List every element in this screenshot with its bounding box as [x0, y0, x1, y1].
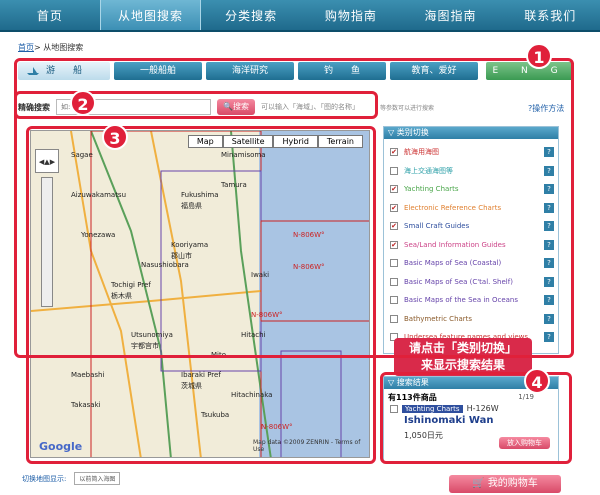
annotation-frame-2	[14, 91, 378, 119]
nav-chart-guide[interactable]: 海图指南	[401, 0, 501, 30]
annotation-number: 2	[70, 90, 96, 116]
nav-home[interactable]: 首页	[0, 0, 100, 30]
annotation-frame-3	[26, 126, 376, 464]
switch-checkbox[interactable]: 以前简入海图	[74, 472, 121, 485]
nav-shopping-guide[interactable]: 购物指南	[301, 0, 401, 30]
nav-category-search[interactable]: 分类搜索	[201, 0, 301, 30]
annotation-number: 3	[102, 124, 128, 150]
annotation-number: 1	[526, 43, 552, 69]
my-cart-button[interactable]: 🛒 我的购物车	[449, 475, 561, 493]
breadcrumb-home-link[interactable]: 首页	[18, 43, 34, 52]
map-display-switch: 切换地图显示: 以前简入海图	[22, 472, 121, 485]
top-nav: 首页 从地图搜索 分类搜索 购物指南 海图指南 联系我们	[0, 0, 600, 32]
breadcrumb-current: > 从地图搜索	[34, 43, 84, 52]
switch-label: 切换地图显示:	[22, 474, 67, 483]
breadcrumb: 首页> 从地图搜索	[18, 42, 83, 53]
annotation-number: 4	[524, 368, 550, 394]
cart-icon: 🛒	[472, 478, 485, 489]
nav-contact[interactable]: 联系我们	[500, 0, 600, 30]
nav-map-search[interactable]: 从地图搜索	[99, 0, 202, 30]
